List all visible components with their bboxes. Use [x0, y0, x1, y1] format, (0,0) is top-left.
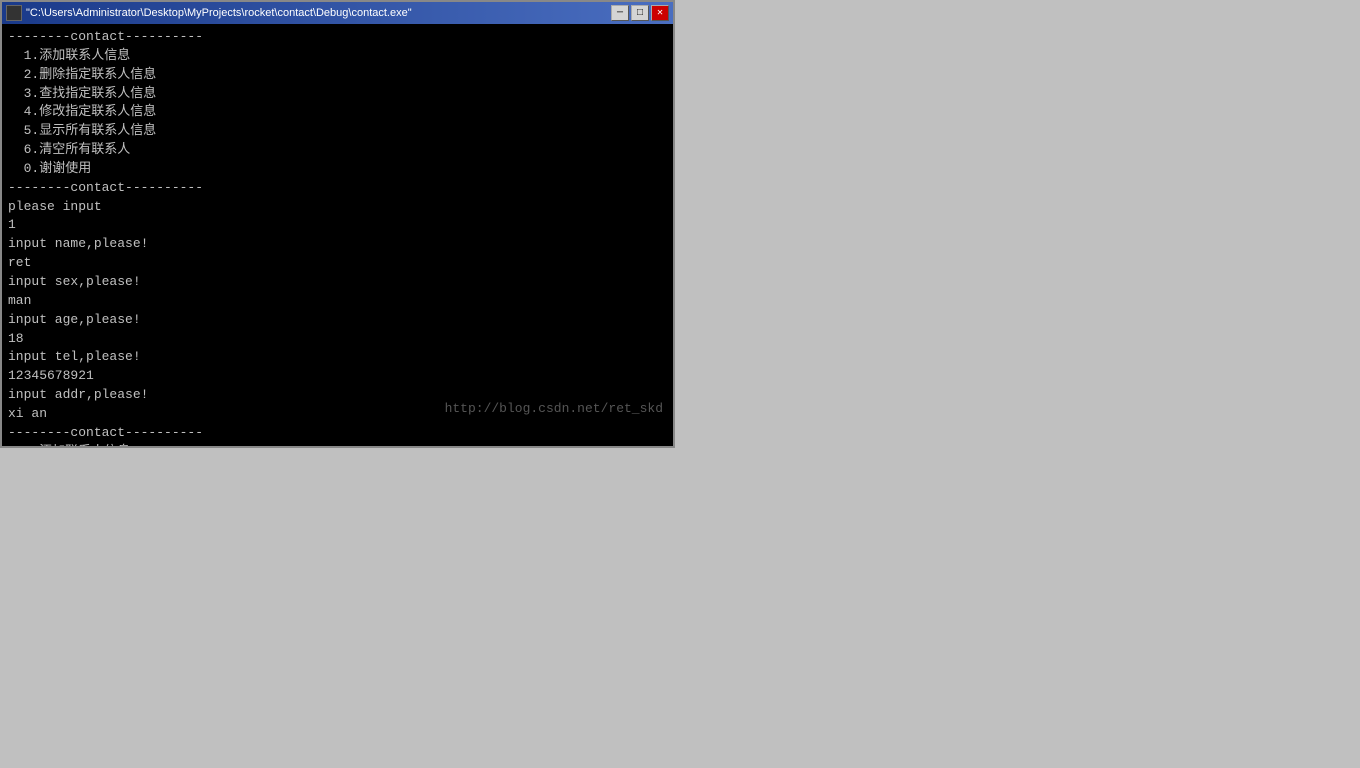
console-area: --------contact---------- 1.添加联系人信息 2.删除…: [2, 24, 673, 446]
minimize-button[interactable]: ─: [611, 5, 629, 21]
console-output[interactable]: --------contact---------- 1.添加联系人信息 2.删除…: [2, 24, 673, 446]
titlebar: "C:\Users\Administrator\Desktop\MyProjec…: [2, 2, 673, 24]
app-icon: [6, 5, 22, 21]
window-controls: ─ □ ✕: [611, 5, 669, 21]
maximize-button[interactable]: □: [631, 5, 649, 21]
window-title: "C:\Users\Administrator\Desktop\MyProjec…: [26, 7, 607, 19]
close-button[interactable]: ✕: [651, 5, 669, 21]
console-window: "C:\Users\Administrator\Desktop\MyProjec…: [0, 0, 675, 448]
